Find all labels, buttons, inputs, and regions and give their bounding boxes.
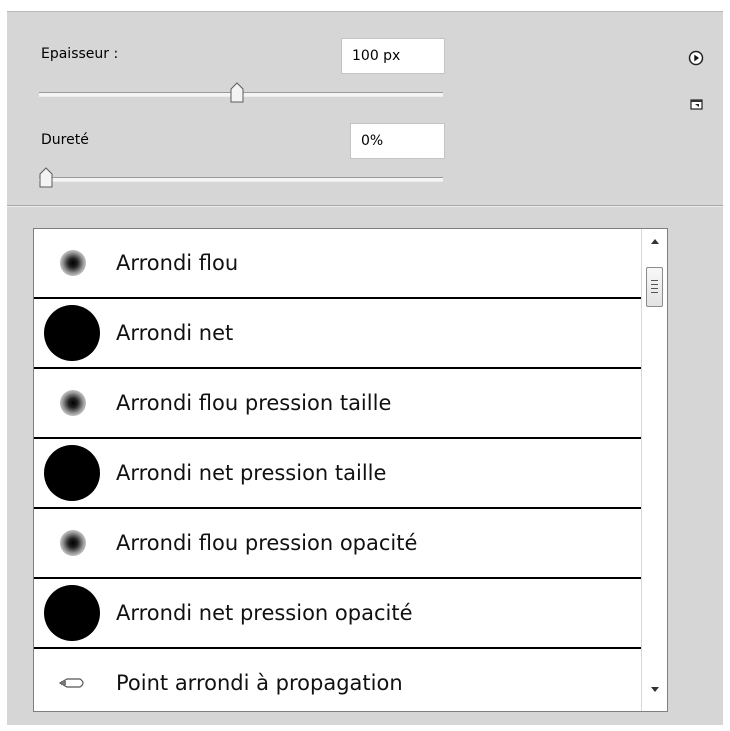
scroll-up-arrow-icon[interactable] xyxy=(650,237,660,247)
brush-preset-name: Point arrondi à propagation xyxy=(116,671,403,695)
hardness-slider-track[interactable] xyxy=(39,177,443,182)
brush-preset-item[interactable]: Arrondi net xyxy=(34,299,641,369)
brush-preset-name: Arrondi flou pression opacité xyxy=(116,531,418,555)
brush-preset-item[interactable]: Arrondi flou pression opacité xyxy=(34,509,641,579)
hardness-slider-thumb[interactable] xyxy=(39,167,53,189)
brush-preset-picker-panel: Epaisseur : 100 px Dureté 0% Arrondi flo… xyxy=(7,11,723,725)
airbrush-tip-icon xyxy=(58,678,84,688)
size-label: Epaisseur : xyxy=(41,46,119,62)
new-preset-icon xyxy=(690,99,703,110)
grip-line xyxy=(651,288,658,289)
brush-preset-item[interactable]: Arrondi net pression opacité xyxy=(34,579,641,649)
hard-round-brush-icon xyxy=(44,305,100,361)
new-preset-button[interactable] xyxy=(690,96,704,115)
hard-round-brush-icon xyxy=(44,445,100,501)
flyout-menu-icon xyxy=(688,50,704,66)
brush-preset-item[interactable]: Arrondi flou pression taille xyxy=(34,369,641,439)
brush-preset-list: Arrondi flou Arrondi net Arrondi flou pres… xyxy=(33,228,668,712)
brush-preset-name: Arrondi net xyxy=(116,321,234,345)
soft-round-brush-icon xyxy=(60,530,86,556)
hard-round-brush-icon xyxy=(44,585,100,641)
brush-preset-name: Arrondi net pression opacité xyxy=(116,601,413,625)
section-divider-highlight xyxy=(7,206,723,207)
hardness-label: Dureté xyxy=(41,132,89,148)
flyout-menu-button[interactable] xyxy=(688,50,704,70)
grip-line xyxy=(651,292,658,293)
brush-preset-item[interactable]: Arrondi flou xyxy=(34,229,641,299)
brush-preset-items: Arrondi flou Arrondi net Arrondi flou pres… xyxy=(34,229,641,711)
hardness-field[interactable]: 0% xyxy=(350,123,445,159)
grip-line xyxy=(651,284,658,285)
soft-round-brush-icon xyxy=(60,390,86,416)
list-scrollbar[interactable] xyxy=(641,229,667,711)
size-slider-thumb[interactable] xyxy=(230,82,244,104)
grip-line xyxy=(651,280,658,281)
scroll-thumb[interactable] xyxy=(646,267,663,307)
brush-preset-item[interactable]: Arrondi net pression taille xyxy=(34,439,641,509)
scroll-down-arrow-icon[interactable] xyxy=(650,684,660,694)
brush-preset-name: Arrondi flou pression taille xyxy=(116,391,392,415)
soft-round-brush-icon xyxy=(60,250,86,276)
brush-preset-name: Arrondi net pression taille xyxy=(116,461,387,485)
size-field[interactable]: 100 px xyxy=(341,38,445,74)
brush-preset-item[interactable]: Point arrondi à propagation xyxy=(34,649,641,711)
brush-preset-name: Arrondi flou xyxy=(116,251,239,275)
